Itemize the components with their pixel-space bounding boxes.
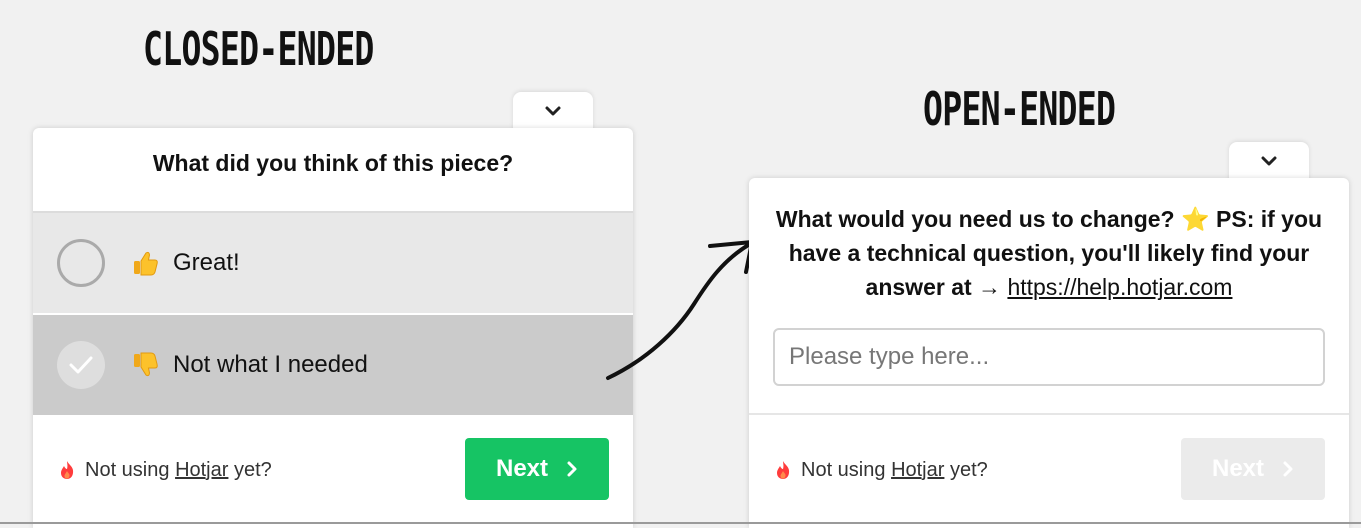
option-great[interactable]: Great!	[33, 211, 633, 313]
radio-button[interactable]	[57, 239, 105, 287]
next-button-label: Next	[495, 455, 549, 482]
chevron-down-icon	[1261, 156, 1277, 166]
radio-button-checked[interactable]	[57, 341, 105, 389]
closed-ended-survey-widget: What did you think of this piece? Great!…	[33, 128, 633, 528]
open-ended-heading: OPEN-ENDED	[923, 82, 1116, 136]
checkmark-icon	[69, 356, 93, 374]
thumbs-down-icon	[134, 352, 158, 377]
next-button-label: Next	[1211, 455, 1265, 482]
hotjar-promo: Not using Hotjar yet?	[801, 459, 988, 482]
option-not-what-i-needed[interactable]: Not what I needed	[33, 313, 633, 415]
promo-text: Not using	[801, 458, 892, 481]
help-link[interactable]: https://help.hotjar.com	[1007, 274, 1232, 300]
survey-question: What did you think of this piece?	[152, 150, 514, 176]
answer-input[interactable]	[773, 328, 1325, 386]
hotjar-link[interactable]: Hotjar	[175, 459, 228, 481]
next-button-disabled[interactable]: Next	[1181, 438, 1325, 500]
bottom-divider	[0, 522, 1361, 524]
thumbs-up-icon	[134, 251, 158, 276]
survey-question: What would you need us to change? ⭐ PS: …	[767, 202, 1331, 304]
flame-icon	[61, 461, 74, 479]
option-label: Not what I needed	[173, 351, 368, 378]
option-label: Great!	[173, 249, 240, 276]
chevron-right-icon	[567, 461, 577, 477]
promo-text: Not using	[85, 458, 176, 481]
curved-arrow-icon	[606, 240, 754, 380]
promo-text: yet?	[228, 458, 272, 481]
closed-ended-heading: CLOSED-ENDED	[143, 22, 374, 76]
hotjar-promo: Not using Hotjar yet?	[85, 459, 272, 482]
promo-text: yet?	[944, 458, 988, 481]
chevron-right-icon	[1283, 461, 1293, 477]
chevron-down-icon	[545, 106, 561, 116]
open-ended-survey-widget: What would you need us to change? ⭐ PS: …	[749, 178, 1349, 528]
hotjar-link[interactable]: Hotjar	[891, 459, 944, 481]
next-button[interactable]: Next	[465, 438, 609, 500]
flame-icon	[777, 461, 790, 479]
